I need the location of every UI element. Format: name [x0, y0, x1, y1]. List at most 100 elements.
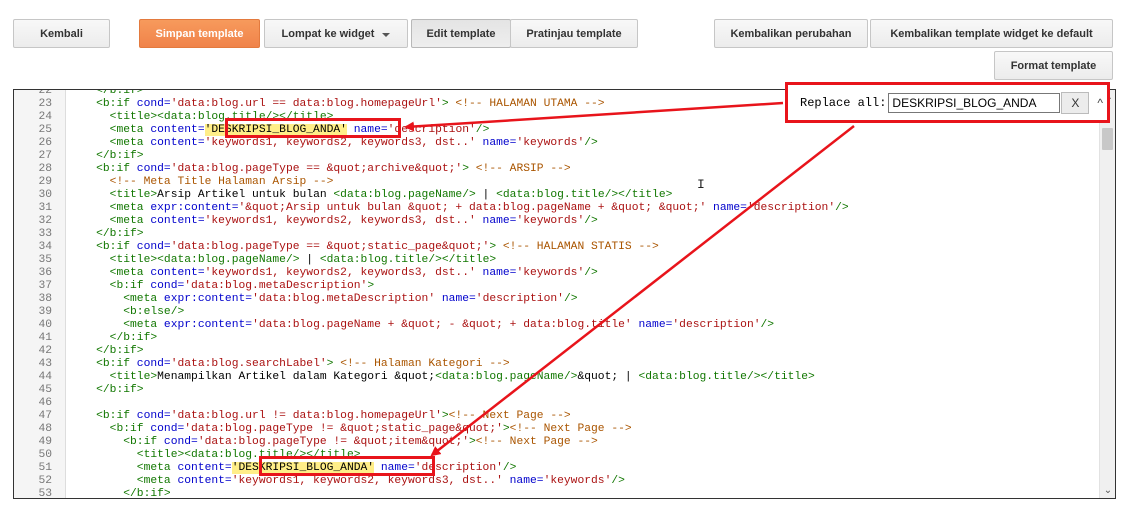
code-token: 'keywords': [543, 475, 612, 487]
code-token: 'data:blog.pageType == &quot;static_page…: [170, 241, 490, 253]
code-token: <b:else/>: [69, 306, 185, 318]
line-number: 33: [38, 228, 52, 240]
code-text: <meta expr:content='&quot;Arsip untuk bu…: [69, 202, 849, 215]
code-token: </b:if>: [69, 228, 144, 240]
tab-preview-template[interactable]: Pratinjau template: [510, 19, 638, 48]
code-text: <meta content='keywords1, keywords2, key…: [69, 475, 625, 488]
code-line: 42 </b:if>: [14, 345, 1115, 358]
code-token: <!-- Next Page -->: [448, 410, 571, 422]
code-token: Arsip Artikel untuk bulan: [157, 189, 334, 201]
code-token: Menampilkan Artikel dalam Kategori &quot…: [157, 371, 436, 383]
code-line: 32 <meta content='keywords1, keywords2, …: [14, 215, 1115, 228]
code-token: <meta: [69, 475, 178, 487]
code-token: <!-- Next Page -->: [509, 423, 632, 435]
jump-to-widget-dropdown[interactable]: Lompat ke widget: [264, 19, 408, 48]
code-token: />: [611, 475, 625, 487]
tab-edit-template[interactable]: Edit template: [411, 19, 511, 48]
replace-all-label: Replace all:: [800, 95, 887, 110]
code-line: 46: [14, 397, 1115, 410]
code-token: 'data:blog.pageType != &quot;item&quot;': [197, 436, 469, 448]
code-line: 37 <b:if cond='data:blog.metaDescription…: [14, 280, 1115, 293]
code-token: </title>: [618, 189, 673, 201]
editor-scrollbar[interactable]: ▲ ⌄: [1099, 90, 1115, 498]
code-text: <b:if cond='data:blog.url == data:blog.h…: [69, 98, 605, 111]
code-token: name=: [475, 137, 517, 149]
preview-template-label: Pratinjau template: [526, 27, 622, 40]
code-line: 35 <title><data:blog.pageName/> | <data:…: [14, 254, 1115, 267]
code-line: 45 </b:if>: [14, 384, 1115, 397]
code-token: </b:if>: [69, 89, 144, 97]
code-line: 25 <meta content='DESKRIPSI_BLOG_ANDA' n…: [14, 124, 1115, 137]
line-number: 52: [38, 475, 52, 487]
code-line: 36 <meta content='keywords1, keywords2, …: [14, 267, 1115, 280]
code-token: />: [502, 462, 517, 474]
line-number: 35: [38, 254, 52, 266]
line-number: 36: [38, 267, 52, 279]
code-token: cond=: [136, 241, 171, 253]
code-line: 38 <meta expr:content='data:blog.metaDes…: [14, 293, 1115, 306]
line-number: 30: [38, 189, 52, 201]
code-line: 44 <title>Menampilkan Artikel dalam Kate…: [14, 371, 1115, 384]
code-token: 'data:blog.url != data:blog.homepageUrl': [170, 410, 442, 422]
code-token: </b:if>: [69, 332, 158, 344]
code-token: cond=: [163, 436, 198, 448]
code-token: expr:content=: [163, 293, 253, 305]
code-text: <b:if cond='data:blog.pageType != &quot;…: [69, 423, 632, 436]
code-token: content=: [150, 137, 205, 149]
code-token: >: [367, 280, 375, 292]
close-replace-button[interactable]: X: [1061, 91, 1090, 114]
revert-changes-button[interactable]: Kembalikan perubahan: [714, 19, 868, 48]
code-token: <data:blog.title/>: [319, 254, 442, 266]
code-line: 48 <b:if cond='data:blog.pageType != &qu…: [14, 423, 1115, 436]
code-token: 'keywords1, keywords2, keywords3, dst..': [204, 267, 476, 279]
code-token: 'keywords': [516, 215, 585, 227]
line-number: 24: [38, 111, 52, 123]
code-text: <b:if cond='data:blog.pageType == &quot;…: [69, 163, 571, 176]
back-button[interactable]: Kembali: [13, 19, 110, 48]
scroll-thumb[interactable]: [1102, 128, 1113, 150]
code-token: &quot; |: [577, 371, 639, 383]
code-editor[interactable]: 22 </b:if> 23 <b:if cond='data:blog.url =…: [13, 89, 1116, 499]
line-number: 50: [38, 449, 52, 461]
code-text: <title>Menampilkan Artikel dalam Kategor…: [69, 371, 815, 384]
line-number: 45: [38, 384, 52, 396]
line-number: 44: [38, 371, 52, 383]
jump-to-widget-label: Lompat ke widget: [281, 27, 375, 40]
line-number: 26: [38, 137, 52, 149]
code-text: <b:if cond='data:blog.pageType != &quot;…: [69, 436, 598, 449]
code-token: <!-- HALAMAN UTAMA -->: [448, 98, 605, 110]
code-line: 52 <meta content='keywords1, keywords2, …: [14, 475, 1115, 488]
code-token: <b:if: [69, 241, 137, 253]
code-line: 27 </b:if>: [14, 150, 1115, 163]
format-template-button[interactable]: Format template: [994, 51, 1113, 80]
code-line: 43 <b:if cond='data:blog.searchLabel'> <…: [14, 358, 1115, 371]
code-text: <meta expr:content='data:blog.pageName +…: [69, 319, 774, 332]
code-text: <b:if cond='data:blog.searchLabel'> <!--…: [69, 358, 510, 371]
code-token: cond=: [136, 98, 171, 110]
collapse-caret-icon[interactable]: ^: [1097, 96, 1103, 110]
reset-widget-templates-button[interactable]: Kembalikan template widget ke default: [870, 19, 1113, 48]
code-token: 'data:blog.pageName + &quot; - &quot; + …: [252, 319, 632, 331]
code-line: 50 <title><data:blog.title/></title>: [14, 449, 1115, 462]
code-line: 40 <meta expr:content='data:blog.pageNam…: [14, 319, 1115, 332]
code-text: </b:if>: [69, 488, 170, 498]
line-number: 53: [38, 488, 52, 499]
code-token: >: [441, 98, 449, 110]
code-token: 'keywords': [516, 137, 585, 149]
code-token: content=: [150, 124, 205, 136]
code-line: 41 </b:if>: [14, 332, 1115, 345]
scroll-down-icon[interactable]: ⌄: [1100, 484, 1115, 498]
code-token: >: [441, 410, 449, 422]
save-template-button[interactable]: Simpan template: [139, 19, 260, 48]
code-token: <title>: [69, 449, 185, 461]
code-token: <meta: [69, 293, 164, 305]
code-line: 49 <b:if cond='data:blog.pageType != &qu…: [14, 436, 1115, 449]
replace-all-panel: Replace all: X ^: [785, 82, 1110, 123]
line-number: 48: [38, 423, 52, 435]
code-text: <meta content='keywords1, keywords2, key…: [69, 267, 598, 280]
replace-all-input[interactable]: [888, 92, 1061, 113]
code-line: 47 <b:if cond='data:blog.url != data:blo…: [14, 410, 1115, 423]
code-line: 31 <meta expr:content='&quot;Arsip untuk…: [14, 202, 1115, 215]
code-token: 'description': [672, 319, 761, 331]
code-token: <meta: [69, 319, 164, 331]
